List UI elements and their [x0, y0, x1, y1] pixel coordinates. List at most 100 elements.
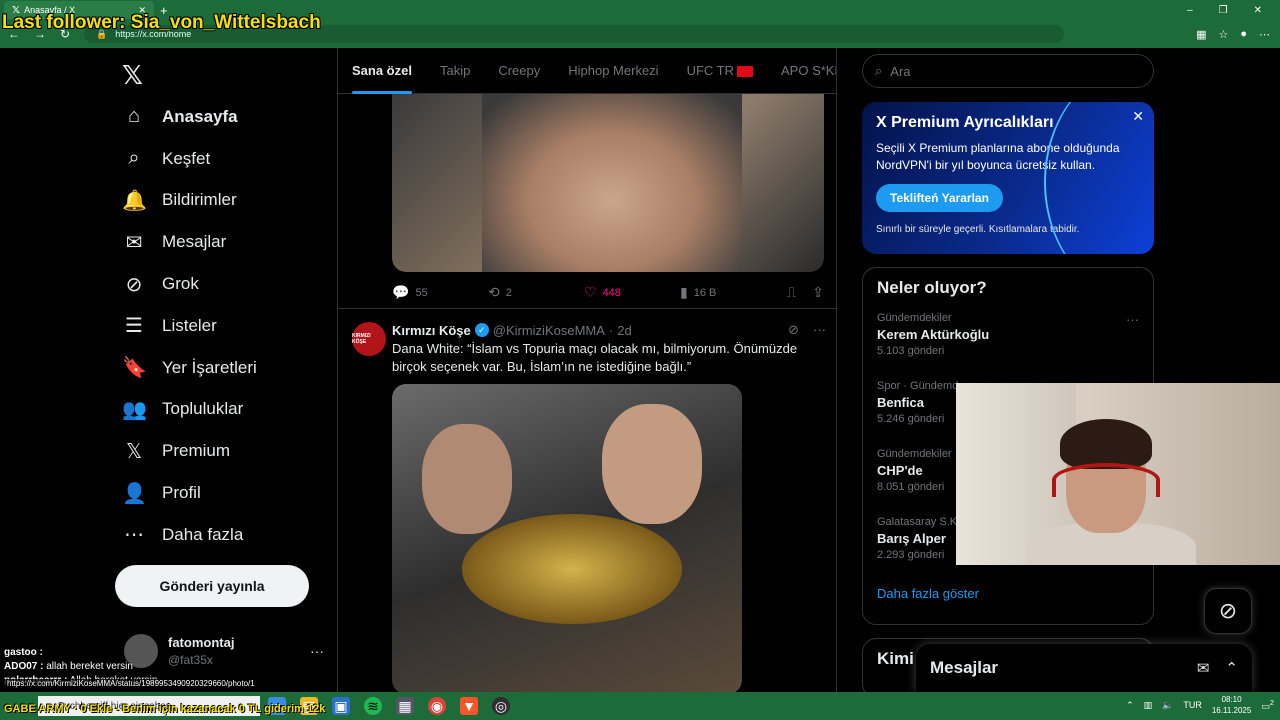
bookmark-icon: 🔖 [122, 357, 147, 380]
tray-chevron-icon[interactable]: ⌃ [1126, 700, 1134, 711]
show-more-link[interactable]: Daha fazla göster [877, 586, 1139, 601]
grok-fab-button[interactable]: ⊘ [1204, 588, 1252, 634]
post-button[interactable]: Gönderi yayınla [115, 565, 309, 607]
nav-item-notifications[interactable]: 🔔 Bildirimler [122, 180, 257, 222]
profile-icon: 👤 [122, 482, 147, 505]
clock-time: 08:10 [1221, 695, 1242, 704]
nav-item-grok[interactable]: ⊘ Grok [122, 263, 257, 305]
expand-icon[interactable]: ⌃ [1225, 659, 1238, 677]
timeline: Sana özel Takip Creepy Hiphop Merkezi UF… [337, 48, 837, 692]
verified-badge-icon: ✓ [474, 323, 489, 337]
views-button[interactable]: ▮ 16 B [680, 284, 774, 301]
more-icon: ⋯ [124, 524, 144, 547]
tweet-time[interactable]: 2d [617, 323, 631, 338]
close-icon[interactable]: ✕ [1132, 108, 1144, 125]
chrome-icon[interactable]: ◉ [428, 697, 446, 715]
menu-icon[interactable]: ⋯ [1259, 28, 1270, 41]
left-navigation: 𝕏 ⌂ Anasayfa ⌕ Keşfet 🔔 Bildirimler ✉ Me… [0, 48, 337, 692]
profile-handle: @fat35x [168, 653, 213, 667]
notification-count: 2 [1269, 698, 1274, 707]
favorite-icon[interactable]: ☆ [1218, 28, 1228, 41]
account-more-icon[interactable]: ··· [310, 643, 324, 659]
obs-icon[interactable]: ◎ [492, 697, 510, 715]
nav-item-messages[interactable]: ✉ Mesajlar [122, 221, 257, 263]
tab-ufc-tr[interactable]: UFC TR [687, 63, 754, 78]
search-icon: ⌕ [875, 63, 883, 78]
nav-item-profile[interactable]: 👤 Profil [122, 472, 257, 514]
reply-count: 55 [415, 286, 428, 299]
chart-icon: ▮ [680, 284, 688, 300]
trend-more-icon[interactable]: ··· [1126, 312, 1139, 327]
nav-list: ⌂ Anasayfa ⌕ Keşfet 🔔 Bildirimler ✉ Mesa… [122, 96, 257, 556]
profile-avatar-icon[interactable]: ● [1240, 28, 1247, 41]
messages-drawer[interactable]: Mesajlar ✉ ⌃ [916, 644, 1252, 692]
author-handle[interactable]: @KirmiziKoseMMA [493, 323, 605, 338]
toolbar-icons: ▦ ☆ ● ⋯ [1196, 28, 1280, 41]
system-tray: ⌃ ▥ 🔈 TUR 08:10 16.11.2025 ▭2 [1126, 694, 1274, 716]
nav-item-bookmarks[interactable]: 🔖 Yer İşaretleri [122, 347, 257, 389]
notification-icon[interactable]: ▭2 [1261, 698, 1274, 712]
search-input[interactable]: ⌕ Ara [862, 54, 1154, 88]
nav-item-explore[interactable]: ⌕ Keşfet [122, 138, 257, 180]
network-icon[interactable]: ▥ [1144, 700, 1153, 711]
tab-hiphop[interactable]: Hiphop Merkezi [568, 63, 658, 78]
calculator-icon[interactable]: ▦ [396, 697, 414, 715]
retweet-icon: ⟲ [488, 284, 500, 300]
nav-item-more[interactable]: ⋯ Daha fazla [122, 514, 257, 556]
messages-drawer-title: Mesajlar [930, 658, 999, 677]
minimize-button[interactable]: – [1187, 5, 1193, 16]
brave-icon[interactable]: ▼ [460, 697, 478, 715]
grok-icon[interactable]: ⊘ [788, 322, 799, 338]
clock[interactable]: 08:10 16.11.2025 [1212, 694, 1251, 716]
tweet-image[interactable] [392, 384, 742, 692]
nav-item-label: Daha fazla [162, 524, 244, 544]
nav-item-label: Anasayfa [162, 106, 238, 126]
fighter-photo [422, 424, 512, 534]
extension-icon[interactable]: ▦ [1196, 28, 1206, 41]
maximize-button[interactable]: ❐ [1219, 5, 1228, 16]
nav-item-premium[interactable]: 𝕏 Premium [122, 430, 257, 472]
nav-item-lists[interactable]: ☰ Listeler [122, 305, 257, 347]
tab-following[interactable]: Takip [440, 63, 470, 78]
nav-item-label: Grok [162, 274, 199, 294]
volume-icon[interactable]: 🔈 [1162, 700, 1173, 711]
championship-belt-photo [462, 514, 682, 624]
streamer-photo [1060, 419, 1152, 469]
spotify-icon[interactable]: ≋ [364, 697, 382, 715]
bookmark-button[interactable]: ⎍ [786, 284, 796, 301]
search-placeholder: Ara [890, 63, 911, 79]
avatar[interactable]: KIRMIZI KÖŞE [352, 322, 386, 356]
share-button[interactable]: ⇪ [812, 284, 824, 301]
author-name[interactable]: Kırmızı Köşe [392, 323, 471, 338]
grok-icon: ⊘ [1218, 598, 1238, 623]
right-sidebar: ⌕ Ara ✕ X Premium Ayrıcalıkları Seçili X… [837, 48, 1280, 698]
view-count: 16 B [693, 286, 717, 299]
x-logo-icon[interactable]: 𝕏 [122, 60, 143, 91]
compose-message-icon[interactable]: ✉ [1197, 659, 1210, 677]
headset-photo [1052, 463, 1160, 497]
retweet-button[interactable]: ⟲ 2 [488, 284, 584, 301]
chat-message: ADO07 : allah bereket versin [4, 660, 157, 674]
reply-icon: 💬 [392, 284, 410, 300]
language-indicator[interactable]: TUR [1183, 700, 1202, 710]
like-button[interactable]: ♡ 448 [584, 284, 680, 301]
nav-item-communities[interactable]: 👥 Topluluklar [122, 389, 257, 431]
tab-creepy[interactable]: Creepy [498, 63, 540, 78]
reply-button[interactable]: 💬 55 [392, 284, 488, 301]
nav-item-label: Bildirimler [162, 190, 237, 210]
tab-apo[interactable]: APO S*KEN [781, 63, 836, 78]
communities-icon: 👥 [122, 398, 147, 421]
store-icon[interactable]: ▣ [332, 697, 350, 715]
profile-name: fatomontaj [168, 635, 235, 650]
claim-offer-button[interactable]: Teklifteń Yararlan [876, 184, 1003, 212]
nav-item-home[interactable]: ⌂ Anasayfa [122, 96, 257, 138]
tweet-more-icon[interactable]: ··· [813, 322, 826, 338]
close-window-button[interactable]: ✕ [1254, 5, 1262, 16]
trend-count: 5.103 gönderi [877, 345, 945, 357]
premium-promo-card: ✕ X Premium Ayrıcalıkları Seçili X Premi… [862, 102, 1154, 254]
tab-for-you[interactable]: Sana özel [352, 63, 412, 94]
tweet-image[interactable] [392, 94, 824, 272]
trend-item[interactable]: Gündemdekiler Kerem Aktürkoğlu 5.103 gön… [877, 312, 1139, 380]
trends-title: Neler oluyor? [877, 278, 987, 297]
chat-user: ADO07 : [4, 661, 44, 672]
